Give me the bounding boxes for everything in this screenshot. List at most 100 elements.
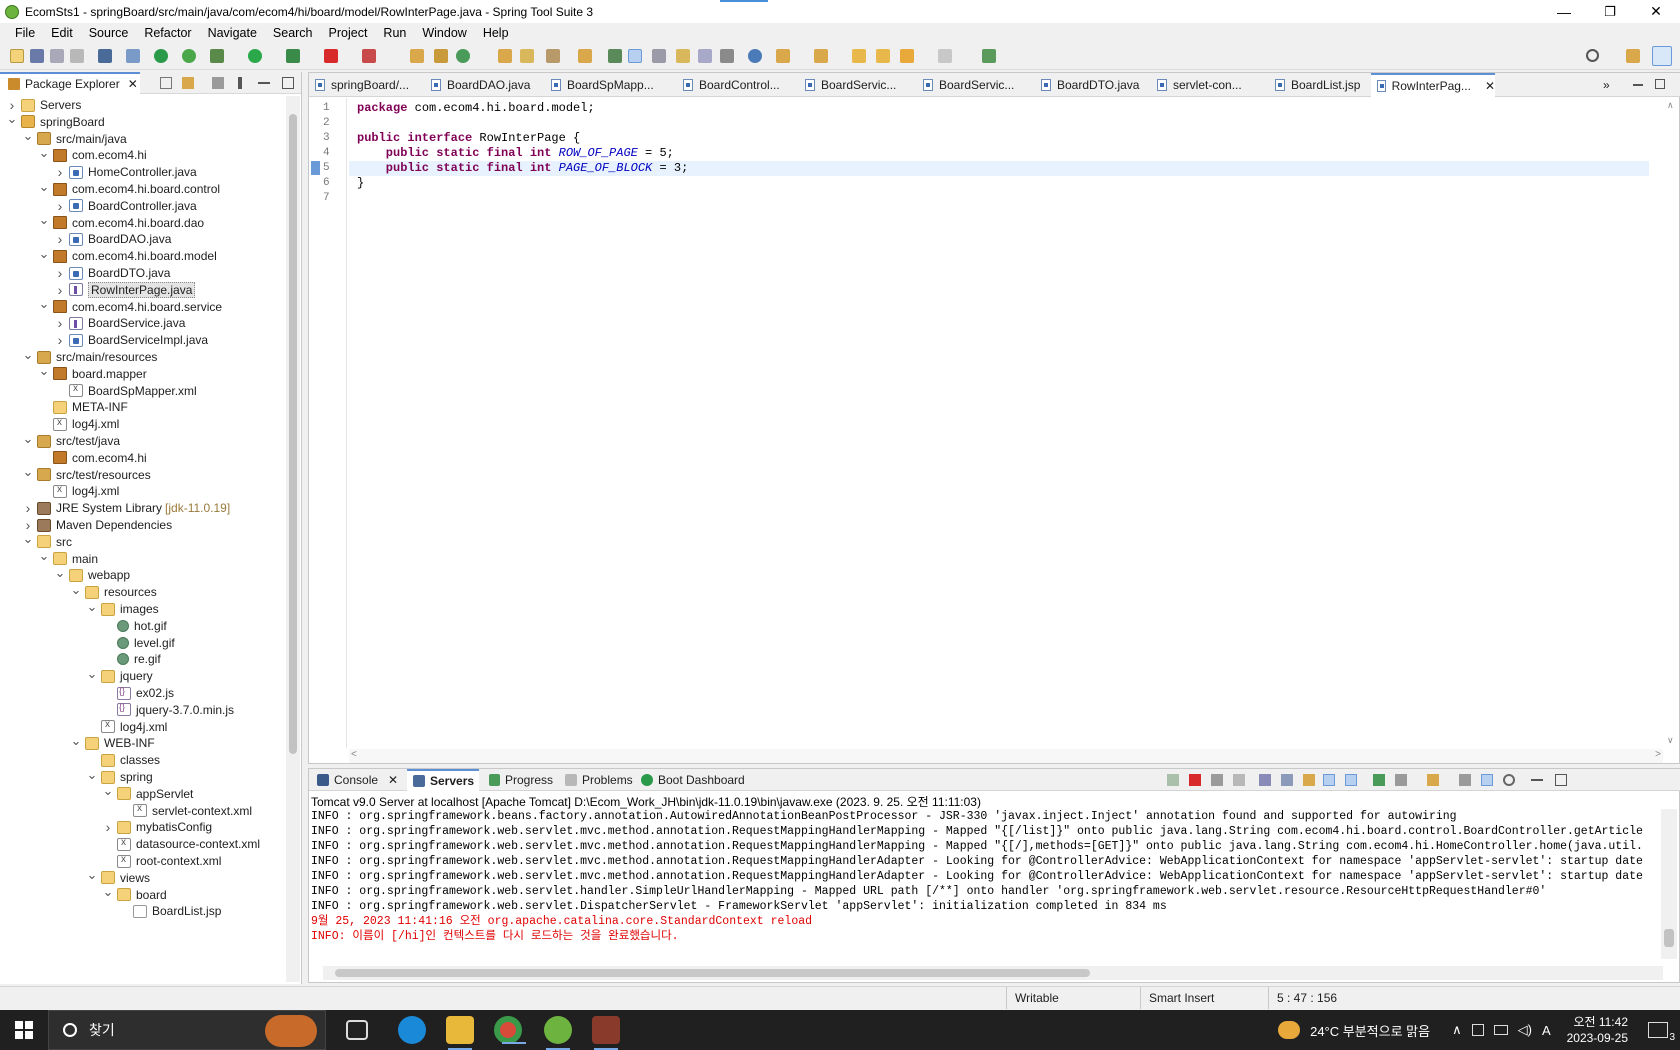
chevron-down-icon[interactable]: ⌄: [38, 212, 50, 227]
tree-item[interactable]: BoardSpMapper.xml: [54, 382, 197, 400]
new-java-project-icon[interactable]: [410, 49, 424, 63]
back-icon[interactable]: [900, 49, 914, 63]
editor-tab[interactable]: BoardDTO.java: [1035, 73, 1153, 97]
pilcrow-icon[interactable]: [720, 49, 734, 63]
tree-item[interactable]: log4j.xml: [38, 415, 119, 433]
chevron-down-icon[interactable]: ⌄: [22, 531, 34, 546]
tabs-overflow-icon[interactable]: »: [1597, 73, 1610, 97]
tab-progress[interactable]: Progress: [483, 769, 553, 791]
chevron-right-icon[interactable]: ›: [54, 231, 66, 247]
start-button[interactable]: [0, 1010, 48, 1050]
volume-icon[interactable]: ◁): [1518, 1022, 1532, 1038]
restart-icon[interactable]: [1167, 774, 1179, 786]
show-hidden-icons-icon[interactable]: ∧: [1452, 1022, 1462, 1038]
tree-item[interactable]: › RowInterPage.java: [54, 281, 196, 299]
last-edit-icon[interactable]: [852, 49, 866, 63]
tree-item[interactable]: › BoardDTO.java: [54, 264, 171, 282]
chevron-right-icon[interactable]: ›: [22, 500, 34, 516]
chevron-down-icon[interactable]: ⌄: [86, 599, 98, 614]
taskbar-search[interactable]: 찾기: [48, 1010, 326, 1050]
annotation-icon[interactable]: [608, 49, 622, 63]
console-options-icon[interactable]: [1459, 774, 1471, 786]
file-explorer-icon[interactable]: [446, 1016, 474, 1050]
editor-tab[interactable]: BoardServic...: [917, 73, 1035, 97]
chevron-down-icon[interactable]: ⌄: [22, 128, 34, 143]
tree-item[interactable]: META-INF: [38, 398, 128, 416]
code-line-6[interactable]: }: [357, 176, 364, 191]
status-insert-mode[interactable]: Smart Insert: [1140, 987, 1274, 1009]
debug-icon[interactable]: [210, 49, 224, 63]
tree-item[interactable]: ⌄ com.ecom4.hi.board.service: [38, 296, 223, 316]
tree-item[interactable]: ⌄ springBoard: [6, 111, 105, 131]
chevron-down-icon[interactable]: ⌄: [38, 548, 50, 563]
maximize-editor-icon[interactable]: [1655, 79, 1665, 89]
view-menu-icon[interactable]: [238, 77, 242, 89]
tab-problems[interactable]: Problems: [559, 769, 639, 791]
chevron-down-icon[interactable]: ⌄: [6, 111, 18, 126]
ime-indicator[interactable]: A: [1542, 1023, 1551, 1038]
editor-tab[interactable]: RowInterPag... ✕: [1371, 73, 1495, 97]
chevron-down-icon[interactable]: ⌄: [70, 582, 82, 597]
chevron-down-icon[interactable]: ⌄: [86, 767, 98, 782]
tab-console[interactable]: Console ✕: [311, 769, 405, 791]
chevron-right-icon[interactable]: ›: [54, 282, 66, 298]
close-icon[interactable]: ✕: [1485, 79, 1495, 93]
tree-item[interactable]: datasource-context.xml: [102, 835, 260, 853]
tree-item[interactable]: com.ecom4.hi: [38, 449, 147, 467]
terminal-icon[interactable]: [98, 49, 112, 63]
tree-item[interactable]: ⌄ webapp: [54, 565, 131, 584]
minimize-button[interactable]: —: [1541, 0, 1587, 23]
show-whitespace-icon[interactable]: [698, 49, 712, 63]
chevron-down-icon[interactable]: ⌄: [38, 179, 50, 194]
open-console-icon[interactable]: [1427, 774, 1439, 786]
editor-tab[interactable]: BoardList.jsp: [1269, 73, 1387, 97]
next-annotation-icon[interactable]: [776, 49, 790, 63]
tree-item[interactable]: ⌄ images: [86, 599, 159, 618]
tree-item[interactable]: › BoardController.java: [54, 197, 197, 215]
skip-breakpoints-icon[interactable]: [126, 49, 140, 63]
chevron-right-icon[interactable]: ›: [54, 265, 66, 281]
new-class-icon[interactable]: [456, 49, 470, 63]
external-tools-icon[interactable]: [286, 49, 300, 63]
code-area[interactable]: package com.ecom4.hi.board.model; public…: [349, 98, 1649, 748]
chrome-icon[interactable]: [494, 1016, 526, 1044]
tree-item[interactable]: › mybatisConfig: [102, 818, 212, 836]
editor-tab[interactable]: BoardDAO.java: [425, 73, 543, 97]
menu-search[interactable]: Search: [265, 26, 321, 40]
collapse-all-icon[interactable]: [160, 77, 172, 89]
scroll-down-icon[interactable]: ∨: [1667, 735, 1674, 746]
tree-scrollbar-thumb[interactable]: [289, 114, 297, 754]
chevron-down-icon[interactable]: ⌄: [38, 246, 50, 261]
menu-help[interactable]: Help: [475, 26, 517, 40]
word-wrap-icon[interactable]: [676, 49, 690, 63]
menu-refactor[interactable]: Refactor: [136, 26, 199, 40]
remove-launch-icon[interactable]: [1211, 774, 1223, 786]
close-button[interactable]: ✕: [1633, 0, 1679, 23]
tree-scrollbar[interactable]: [286, 96, 300, 982]
tree-item[interactable]: log4j.xml: [38, 482, 119, 500]
editor-horizontal-scrollbar[interactable]: < >: [349, 749, 1663, 763]
open-resource-icon[interactable]: [520, 49, 534, 63]
scroll-left-icon[interactable]: <: [351, 749, 357, 760]
editor-tab[interactable]: servlet-con...: [1151, 73, 1269, 97]
tree-item[interactable]: hot.gif: [102, 617, 167, 635]
chevron-down-icon[interactable]: ⌄: [86, 666, 98, 681]
chevron-down-icon[interactable]: ⌄: [102, 884, 114, 899]
mark-occurrences-icon[interactable]: [628, 49, 642, 63]
spring-tool-suite-icon[interactable]: [544, 1016, 572, 1050]
console-output[interactable]: INFO : org.springframework.beans.factory…: [311, 809, 1661, 959]
minimize-view-icon[interactable]: [258, 82, 270, 84]
tree-item[interactable]: ⌄ board.mapper: [38, 363, 147, 383]
editor-tab[interactable]: BoardControl...: [677, 73, 795, 97]
save-icon[interactable]: [30, 49, 44, 63]
weather-icon[interactable]: [1278, 1021, 1301, 1039]
tree-item[interactable]: ⌄ src/test/resources: [22, 464, 151, 484]
close-icon[interactable]: ✕: [128, 77, 138, 91]
print-icon[interactable]: [70, 49, 84, 63]
task-view-icon[interactable]: [346, 1020, 368, 1040]
tree-item[interactable]: ⌄ appServlet: [102, 783, 194, 803]
pin-editor-icon[interactable]: [982, 49, 996, 63]
menu-run[interactable]: Run: [375, 26, 414, 40]
minimize-panel-icon[interactable]: [1531, 779, 1543, 781]
stop-icon[interactable]: [324, 49, 338, 63]
